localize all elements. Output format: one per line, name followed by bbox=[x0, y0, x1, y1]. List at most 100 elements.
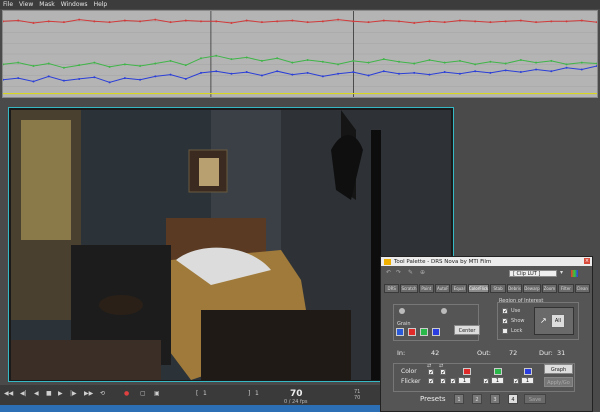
green-point bbox=[428, 59, 431, 62]
swatch-red[interactable] bbox=[408, 328, 416, 336]
record-icon[interactable]: ● bbox=[124, 390, 129, 397]
tab-colorflick[interactable]: ColorFlick bbox=[467, 284, 490, 293]
blue-point bbox=[565, 66, 568, 69]
green-cb[interactable]: ✓ bbox=[483, 378, 489, 385]
show-checkbox[interactable]: ✓ bbox=[502, 318, 508, 325]
red-point bbox=[367, 21, 370, 24]
blue-point bbox=[184, 77, 187, 80]
flicker-graph[interactable] bbox=[2, 10, 598, 98]
blue-point bbox=[291, 73, 294, 76]
color-red-swatch bbox=[463, 368, 471, 375]
preset-save-button[interactable]: Save bbox=[524, 394, 546, 404]
green-point bbox=[3, 63, 4, 66]
tab-drs[interactable]: DRS bbox=[384, 284, 400, 293]
use-checkbox[interactable]: ✓ bbox=[502, 308, 508, 315]
red-point bbox=[276, 20, 279, 23]
green-point bbox=[596, 62, 597, 65]
mode-radio-b[interactable] bbox=[441, 308, 447, 314]
swatch-blue-a[interactable] bbox=[396, 328, 404, 336]
preset-4-button[interactable]: 4 bbox=[508, 394, 518, 404]
palette-toolbar: ↶ ↷ ✎ ⊕ [ Clip LUT ] ▾ bbox=[384, 269, 590, 280]
compare-icon[interactable]: ▣ bbox=[154, 390, 160, 397]
mark-in-icon[interactable]: [ bbox=[196, 390, 198, 397]
blue-curve bbox=[3, 65, 597, 83]
green-point bbox=[169, 59, 172, 62]
blue-cb[interactable]: ✓ bbox=[513, 378, 519, 385]
preset-2-button[interactable]: 2 bbox=[472, 394, 482, 404]
step-forward-icon[interactable]: |▶ bbox=[70, 390, 77, 397]
brush-icon[interactable]: ✎ bbox=[408, 269, 413, 276]
center-button[interactable]: Center bbox=[454, 325, 480, 335]
blue-point bbox=[139, 78, 142, 81]
graph-button[interactable]: Graph bbox=[544, 364, 573, 374]
red-point bbox=[489, 21, 492, 24]
flicker-cb-a[interactable]: ✓ bbox=[428, 378, 434, 385]
palette-title-bar[interactable]: Tool Palette - DRS Nova by MTI Film bbox=[381, 257, 592, 266]
tab-scratch[interactable]: Scratch bbox=[400, 284, 418, 293]
blue-point bbox=[458, 72, 461, 75]
tab-autof[interactable]: AutoF bbox=[435, 284, 451, 293]
stop-icon[interactable]: ■ bbox=[46, 390, 52, 397]
red-point bbox=[550, 20, 553, 23]
blue-point bbox=[230, 72, 233, 75]
dur-label: Dur: bbox=[539, 349, 553, 357]
menu-help[interactable]: Help bbox=[94, 1, 108, 8]
mark-out-icon[interactable]: ] bbox=[248, 390, 250, 397]
red-point bbox=[184, 19, 187, 22]
apply-button[interactable]: Apply/Go bbox=[544, 377, 573, 387]
undo-icon[interactable]: ↶ bbox=[386, 269, 391, 276]
go-to-end-icon[interactable]: ▶▶ bbox=[84, 390, 93, 397]
play-reverse-icon[interactable]: ◀ bbox=[34, 390, 39, 397]
flicker-cb-b[interactable]: ✓ bbox=[440, 378, 446, 385]
preset-3-button[interactable]: 3 bbox=[490, 394, 500, 404]
tab-paint[interactable]: Paint bbox=[418, 284, 435, 293]
mode-radio-a[interactable] bbox=[399, 308, 405, 314]
tab-zoom[interactable]: Zoom bbox=[541, 284, 558, 293]
go-to-start-icon[interactable]: ◀◀ bbox=[4, 390, 13, 397]
zoom-icon[interactable]: ⊕ bbox=[420, 269, 425, 276]
green-point bbox=[367, 61, 370, 64]
color-cb-a[interactable]: ✓ bbox=[428, 369, 434, 376]
menu-mask[interactable]: Mask bbox=[39, 1, 54, 8]
timeline-track[interactable] bbox=[0, 405, 380, 412]
lock-checkbox[interactable] bbox=[502, 328, 508, 334]
red-point bbox=[428, 20, 431, 23]
red-point bbox=[352, 20, 355, 23]
menu-file[interactable]: File bbox=[3, 1, 13, 8]
swatch-blue-b[interactable] bbox=[432, 328, 440, 336]
red-point bbox=[108, 21, 111, 24]
red-spinner[interactable]: 1 bbox=[458, 377, 471, 384]
blue-point bbox=[367, 74, 370, 77]
menu-view[interactable]: View bbox=[19, 1, 33, 8]
red-point bbox=[504, 20, 507, 23]
tab-stab[interactable]: Stab bbox=[490, 284, 506, 293]
tab-equal[interactable]: Equal bbox=[451, 284, 467, 293]
tab-filter[interactable]: Filter bbox=[558, 284, 574, 293]
swatch-green[interactable] bbox=[420, 328, 428, 336]
show-label: Show bbox=[511, 318, 525, 324]
red-cb[interactable]: ✓ bbox=[450, 378, 456, 385]
tab-debris[interactable]: Debris bbox=[506, 284, 523, 293]
green-point bbox=[291, 61, 294, 64]
blue-point bbox=[123, 77, 126, 80]
lut-select[interactable]: [ Clip LUT ] bbox=[509, 270, 557, 277]
step-back-icon[interactable]: ◀| bbox=[20, 390, 27, 397]
color-cb-b[interactable]: ✓ bbox=[440, 369, 446, 376]
app-logo-icon bbox=[384, 258, 391, 265]
tab-clean[interactable]: Clean bbox=[574, 284, 591, 293]
all-button[interactable]: All bbox=[551, 314, 565, 328]
transport-bar: ◀◀ ◀| ◀ ■ ▶ |▶ ▶▶ ⟲ ● ▢ ▣ [ 1 ] 1 bbox=[0, 385, 380, 405]
in-label: In: bbox=[397, 349, 406, 357]
preset-1-button[interactable]: 1 bbox=[454, 394, 464, 404]
mark-icon[interactable]: ▢ bbox=[140, 390, 146, 397]
color-settings-icon[interactable] bbox=[571, 270, 578, 277]
redo-icon[interactable]: ↷ bbox=[396, 269, 401, 276]
green-spinner[interactable]: 1 bbox=[491, 377, 504, 384]
menu-windows[interactable]: Windows bbox=[61, 1, 88, 8]
play-icon[interactable]: ▶ bbox=[58, 390, 63, 397]
close-icon[interactable]: × bbox=[584, 258, 590, 264]
blue-spinner[interactable]: 1 bbox=[521, 377, 534, 384]
tab-dewarp[interactable]: Dewarp bbox=[523, 284, 541, 293]
lut-dropdown-icon[interactable]: ▾ bbox=[560, 269, 563, 276]
loop-icon[interactable]: ⟲ bbox=[100, 390, 105, 397]
